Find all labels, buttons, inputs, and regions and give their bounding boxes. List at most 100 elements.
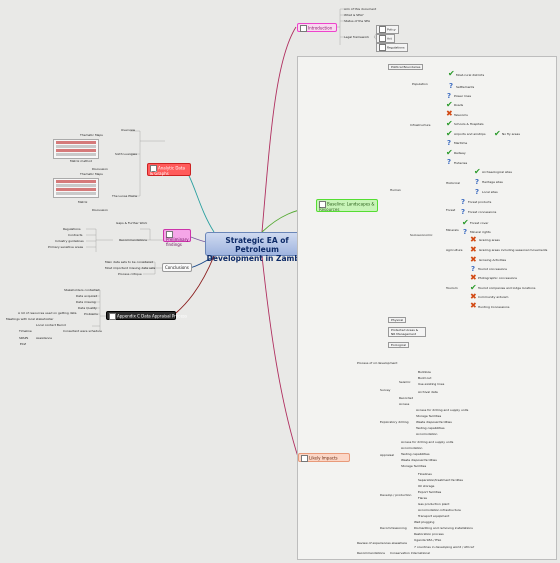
conservation-international[interactable]: Conservation International [390,551,430,555]
infra-item[interactable]: Telecoms [454,113,468,117]
ecological-node[interactable]: Ecological [388,342,410,348]
appr-item[interactable]: Testing capabilities [401,452,430,456]
seismic-item[interactable]: Build out [418,376,431,380]
appendix-item[interactable]: Stakeholders contacted [64,288,99,292]
legal-policy[interactable]: Policy [376,25,399,34]
decom-item[interactable]: Well plugging [414,520,434,524]
mineral-item[interactable]: Mineral rights [470,230,491,234]
tour-item[interactable]: Community arduism [478,295,508,299]
problem-item[interactable]: A lot of resources used on getting data [18,311,76,315]
infra-item[interactable]: Fisheries [454,161,467,165]
tour-item[interactable]: Tourist companies and lodge locations [478,286,535,290]
agri-item[interactable]: Grazing areas including seasonal movemen… [479,248,547,252]
recommendations-node[interactable]: Recommendations [357,551,385,555]
tour-item[interactable]: Photographic concessions [478,276,517,280]
pop-item[interactable]: Most-rural districts [456,73,484,77]
seismic-item[interactable]: Bulldoze [418,370,431,374]
consultant-item[interactable]: ECZ [20,342,26,346]
agriculture-node[interactable]: Agriculture [446,248,463,252]
appendix-item[interactable]: Data acquired [76,294,97,298]
dev-item[interactable]: Gas production plant [418,502,449,506]
consultant-item[interactable]: SPAPS [19,336,28,340]
prelim-item[interactable]: Industry guidelines [55,239,84,243]
sixth-luangwa-node[interactable]: Sixth Luangwa [115,152,137,156]
discussion-1[interactable]: Discussion [92,167,108,171]
hist-item[interactable]: Local sites [482,190,498,194]
expl-item[interactable]: Access for drilling and supply units [416,408,468,412]
infra-item[interactable]: Maritime [454,141,467,145]
intro-item[interactable]: Aim of this document [344,7,376,11]
thematic-maps-2[interactable]: Thematic Maps [80,172,103,176]
conclusion-item[interactable]: Process critique [118,272,142,276]
infrastructure-node[interactable]: Infrastructure [410,123,431,127]
survey-node[interactable]: Survey [380,388,390,392]
protected-areas-node[interactable]: Protected Areas & NR Management [388,327,426,337]
decommissioning-node[interactable]: Decommissioning [380,526,407,530]
review-node[interactable]: Review of experiences elsewhere [357,541,407,545]
agri-item[interactable]: Grazing areas [479,238,500,242]
recommendations-prelim[interactable]: Recommendations [119,238,147,242]
topic-introduction[interactable]: Introduction [297,23,337,32]
appr-item[interactable]: Waste disposal facilities [401,458,437,462]
no-fly-areas[interactable]: No fly areas [502,132,520,136]
review-item[interactable]: Uganda SEA / ESA [414,538,441,542]
overview-node[interactable]: Overview [121,128,135,132]
decom-item[interactable]: Restoration process [414,532,444,536]
topic-likely-impacts[interactable]: Likely Impacts [298,453,350,462]
prelim-item[interactable]: Contracts [68,233,82,237]
forest-node[interactable]: Forest [446,208,455,212]
dev-item[interactable]: Oil storage [418,484,434,488]
consultant-item[interactable]: Timeline [19,329,32,333]
forest-item[interactable]: Forest concessions [468,210,496,214]
review-item[interactable]: 7 countries in developing world / Africa… [414,545,474,549]
problem-item[interactable]: Meetings with local stakeholder [6,317,53,321]
appr-item[interactable]: Accomodation [401,446,422,450]
expl-item[interactable]: Storage facilities [416,414,441,418]
develop-production-node[interactable]: Develop / production [380,493,411,497]
political-boundaries[interactable]: Political Boundaries [388,64,424,70]
socioeconomic-node[interactable]: Socioeconomic [410,233,433,237]
consultant-item[interactable]: Assistance [36,336,52,340]
appendix-item[interactable]: Problems [84,312,98,316]
intro-item[interactable]: What is SEA? [344,13,364,17]
appendix-item[interactable]: Data Quality [78,306,97,310]
topic-baseline[interactable]: Baseline: Landscapes & Resources [316,199,378,212]
dev-item[interactable]: Separation/treatment facilites [418,478,463,482]
appr-item[interactable]: Access for drilling and supply units [401,440,453,444]
dev-item[interactable]: Flowlines [418,472,432,476]
thematic-maps-1[interactable]: Thematic Maps [80,133,103,137]
prelim-item[interactable]: Primary sensitive areas [48,245,83,249]
forest-item[interactable]: Forest products [468,200,491,204]
consultant-node[interactable]: Consultant were schedule [63,329,102,333]
decom-item[interactable]: Dismantling and removing installations [414,526,473,530]
lunsa-plains-node[interactable]: The Lunsa Plains [112,194,137,198]
topic-preliminary[interactable]: Preliminary findings [163,229,191,246]
gaps-node[interactable]: Gaps & Further Work [116,221,147,225]
human-node[interactable]: Human [390,188,401,192]
appraisal-node[interactable]: Appraisal [380,453,394,457]
dev-item[interactable]: Flares [418,496,427,500]
expl-item[interactable]: Accomodation [416,432,437,436]
topic-analytic[interactable]: Analytic Data & Graphs [147,163,191,176]
conclusion-item[interactable]: Main data sets to be considered [105,260,153,264]
access-node[interactable]: Access [399,402,409,406]
dev-item[interactable]: Accomodation infrastructure [418,508,461,512]
legal-regulations[interactable]: Regulations [376,43,408,52]
seismic-item[interactable]: Archival data [418,390,438,394]
hist-item[interactable]: Archaeological sites [482,170,512,174]
discussion-2[interactable]: Discussion [92,208,108,212]
infra-item[interactable]: Power lines [454,94,471,98]
conclusion-item[interactable]: Most important missing data sets [105,266,155,270]
exploratory-drilling-node[interactable]: Exploratory drilling [380,420,409,424]
minerals-node[interactable]: Minerals [446,228,459,232]
matrix-method[interactable]: Matrix method [70,159,92,163]
agri-item[interactable]: Growing Activities [479,258,506,262]
appr-item[interactable]: Storage facilities [401,464,426,468]
process-node[interactable]: Process of oil development [357,361,397,365]
tour-item[interactable]: Hunting Concessions [478,305,509,309]
expl-item[interactable]: Waste disposal facilities [416,420,452,424]
mineral-item[interactable]: Forest cover [470,221,489,225]
prelim-item[interactable]: Regulations [63,227,81,231]
recorded-node[interactable]: Recorded [399,396,413,400]
population-node[interactable]: Population [412,82,428,86]
